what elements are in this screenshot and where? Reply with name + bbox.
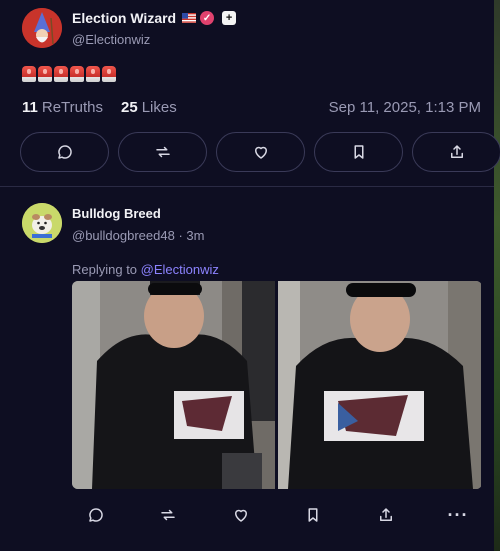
reply-image-2[interactable] <box>278 281 481 489</box>
post-timestamp: Sep 11, 2025, 1:13 PM <box>328 99 481 116</box>
background-edge <box>494 0 500 551</box>
retruths-count[interactable]: 11 <box>22 99 38 116</box>
share-icon <box>450 145 463 158</box>
bulldog-breed-avatar[interactable] <box>22 203 62 243</box>
likes-label[interactable]: Likes <box>142 99 177 116</box>
post-author-name[interactable]: Election Wizard ✓ + <box>72 10 237 26</box>
retruth-button[interactable] <box>118 132 207 172</box>
likes-count[interactable]: 25 <box>121 99 138 116</box>
reply-like-button[interactable] <box>229 503 253 527</box>
like-button[interactable] <box>216 132 305 172</box>
replying-prefix: Replying to <box>72 262 138 277</box>
reply-share-button[interactable] <box>374 503 398 527</box>
retruth-icon <box>155 146 170 158</box>
retruths-label[interactable]: ReTruths <box>42 99 103 116</box>
reply-image-gallery <box>72 281 482 489</box>
like-icon <box>234 509 247 522</box>
us-flag-icon <box>182 13 197 23</box>
siren-icon <box>22 66 36 82</box>
post-author-handle[interactable]: @Electionwiz <box>72 32 150 47</box>
election-wizard-avatar[interactable] <box>22 8 62 48</box>
reply-bookmark-button[interactable] <box>301 503 325 527</box>
reply-button[interactable] <box>20 132 109 172</box>
bookmark-icon <box>308 508 318 522</box>
author-name-text[interactable]: Election Wizard <box>72 10 176 26</box>
bookmark-button[interactable] <box>314 132 403 172</box>
replying-to-link[interactable]: @Electionwiz <box>141 262 219 277</box>
retruth-icon <box>161 509 176 521</box>
post-stats: 11 ReTruths 25 Likes <box>22 99 177 116</box>
bookmark-icon <box>354 145 363 159</box>
plus-badge-icon: + <box>222 11 237 25</box>
post-action-bar <box>20 132 500 172</box>
share-button[interactable] <box>412 132 500 172</box>
more-options-button[interactable]: ··· <box>446 503 470 527</box>
reply-image-1[interactable] <box>72 281 275 489</box>
siren-icon <box>86 66 100 82</box>
siren-icon <box>38 66 52 82</box>
app-frame: Election Wizard ✓ + @Electionwiz 11 ReTr… <box>0 0 500 551</box>
siren-icon <box>54 66 68 82</box>
siren-icon <box>102 66 116 82</box>
post-divider <box>0 186 494 187</box>
reply-retruth-button[interactable] <box>156 503 180 527</box>
replying-to-line: Replying to @Electionwiz <box>72 262 219 277</box>
reply-icon <box>57 145 72 159</box>
reply-reply-button[interactable] <box>84 503 108 527</box>
reply-author-name[interactable]: Bulldog Breed <box>72 206 161 221</box>
reply-action-bar: ··· <box>72 503 482 527</box>
share-icon <box>379 508 392 521</box>
reply-icon <box>89 508 103 522</box>
siren-emoji-row <box>22 66 116 82</box>
reply-author-handle[interactable]: @bulldogbreed48 · 3m <box>72 228 204 243</box>
more-icon: ··· <box>447 505 469 525</box>
like-icon <box>254 146 267 159</box>
verified-badge-icon: ✓ <box>200 11 215 25</box>
siren-icon <box>70 66 84 82</box>
